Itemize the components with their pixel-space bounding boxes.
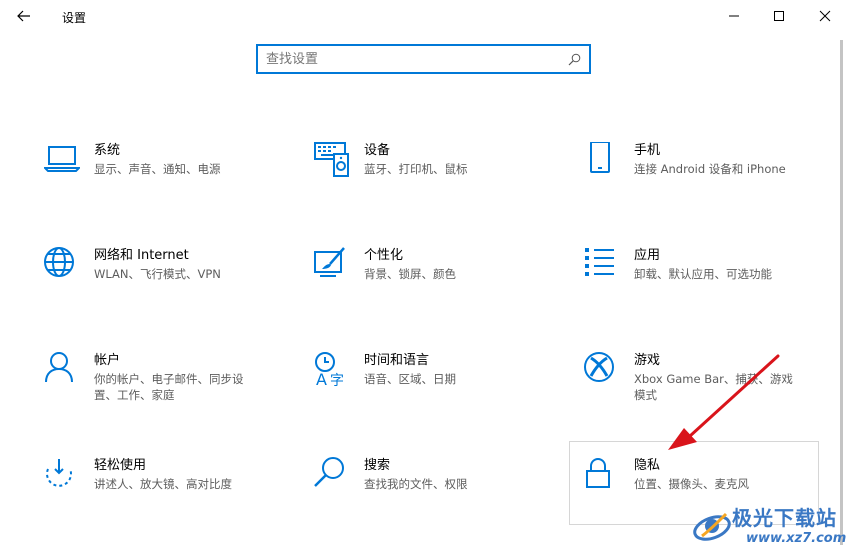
tile-ease-of-access[interactable]: 轻松使用 讲述人、放大镜、高对比度 [44, 457, 294, 537]
tile-accounts[interactable]: 帐户 你的帐户、电子邮件、同步设置、工作、家庭 [44, 352, 294, 432]
tile-desc: 讲述人、放大镜、高对比度 [94, 477, 232, 491]
maximize-icon [774, 11, 784, 21]
tile-name: 帐户 [94, 353, 121, 368]
tile-name: 隐私 [634, 458, 661, 473]
tile-desc: 背景、锁屏、颜色 [364, 267, 456, 281]
search-box[interactable] [256, 44, 591, 74]
search-magnifier-icon[interactable] [568, 53, 581, 66]
tile-desc: 查找我的文件、权限 [364, 477, 468, 491]
close-icon [819, 10, 831, 22]
tile-system[interactable]: 系统 显示、声音、通知、电源 [44, 142, 294, 222]
back-button[interactable] [8, 4, 40, 28]
watermark-text: 极光下载站 [732, 506, 837, 530]
scrollbar[interactable] [840, 40, 843, 545]
tile-network[interactable]: 网络和 Internet WLAN、飞行模式、VPN [44, 247, 294, 327]
tile-name: 个性化 [364, 248, 404, 263]
tile-desc: 卸载、默认应用、可选功能 [634, 267, 772, 281]
ease-of-access-icon [46, 459, 72, 487]
person-icon [45, 352, 73, 383]
tile-desc: 连接 Android 设备和 iPhone [634, 162, 786, 176]
apps-list-icon [585, 248, 614, 276]
tile-apps[interactable]: 应用 卸载、默认应用、可选功能 [584, 247, 834, 327]
tile-name: 系统 [94, 143, 121, 158]
tile-name: 搜索 [364, 458, 391, 473]
search-icon [314, 457, 344, 487]
laptop-icon [44, 146, 80, 172]
tile-desc: 位置、摄像头、麦克风 [634, 477, 749, 491]
tile-desc: Xbox Game Bar、捕获、游戏模式 [634, 372, 793, 402]
devices-icon [314, 142, 349, 177]
tile-search[interactable]: 搜索 查找我的文件、权限 [314, 457, 564, 537]
tile-gaming[interactable]: 游戏 Xbox Game Bar、捕获、游戏模式 [584, 352, 834, 432]
minimize-button[interactable] [711, 0, 757, 32]
tile-personalization[interactable]: 个性化 背景、锁屏、颜色 [314, 247, 564, 327]
tile-desc: 显示、声音、通知、电源 [94, 162, 221, 176]
tile-name: 网络和 Internet [94, 248, 189, 263]
tile-name: 时间和语言 [364, 353, 430, 368]
time-language-icon: A 字 [315, 352, 344, 388]
tile-name: 应用 [634, 248, 661, 263]
tile-phone[interactable]: 手机 连接 Android 设备和 iPhone [584, 142, 834, 222]
tile-name: 轻松使用 [94, 458, 147, 473]
tile-name: 手机 [634, 143, 661, 158]
tile-name: 游戏 [634, 353, 661, 368]
tile-desc: 语音、区域、日期 [364, 372, 456, 386]
svg-text:字: 字 [330, 373, 344, 388]
tile-desc: WLAN、飞行模式、VPN [94, 267, 221, 281]
title-bar: 设置 [0, 0, 848, 32]
back-arrow-icon [17, 10, 30, 22]
watermark: 极光下载站 www.xz7.com [688, 496, 848, 555]
globe-icon [44, 247, 74, 277]
watermark-logo-icon [693, 512, 731, 541]
personalization-icon [314, 247, 345, 277]
tile-devices[interactable]: 设备 蓝牙、打印机、鼠标 [314, 142, 564, 222]
svg-text:A: A [316, 370, 327, 388]
tile-time-language[interactable]: A 字 时间和语言 语音、区域、日期 [314, 352, 564, 432]
close-button[interactable] [802, 0, 848, 32]
maximize-button[interactable] [756, 0, 802, 32]
phone-icon [590, 142, 610, 173]
xbox-icon [584, 352, 614, 382]
watermark-url: www.xz7.com [746, 531, 847, 546]
search-input[interactable] [266, 50, 556, 68]
tile-name: 设备 [364, 143, 391, 158]
minimize-icon [729, 15, 739, 17]
window-title: 设置 [62, 11, 87, 25]
lock-icon [586, 458, 610, 488]
tile-desc: 蓝牙、打印机、鼠标 [364, 162, 468, 176]
tile-desc: 你的帐户、电子邮件、同步设置、工作、家庭 [94, 372, 244, 402]
